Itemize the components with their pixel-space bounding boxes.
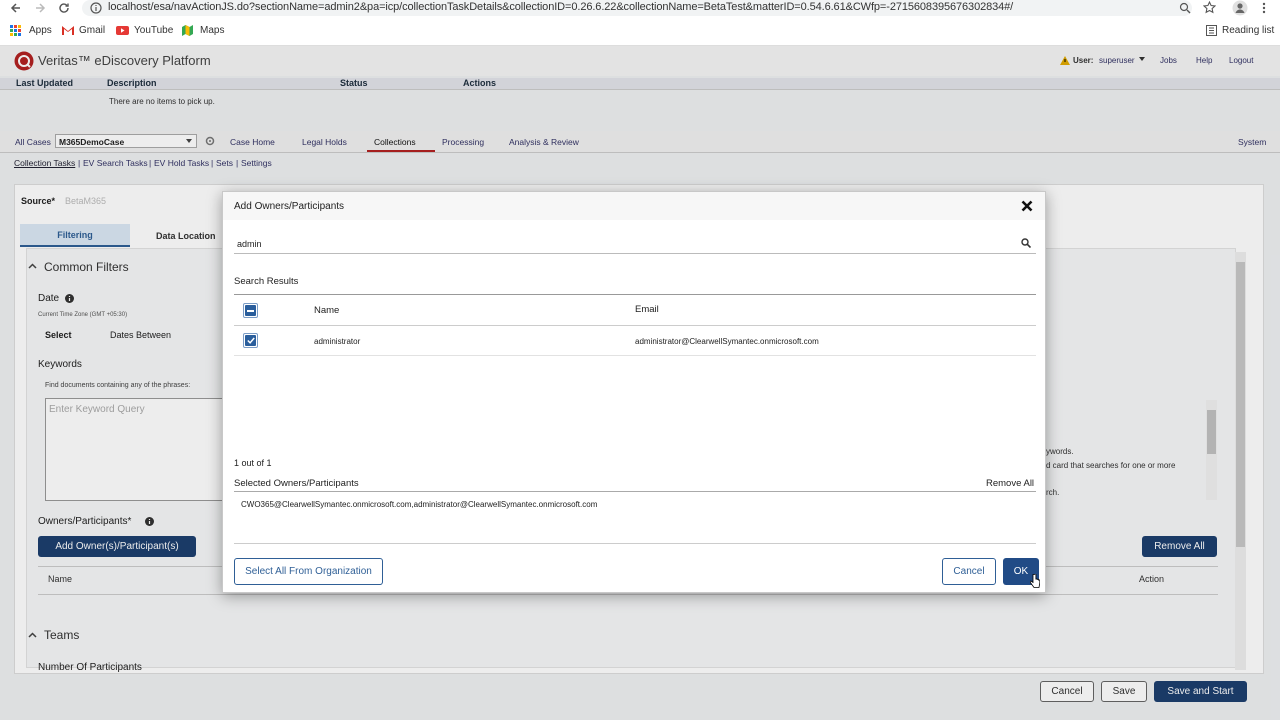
menu-icon[interactable] <box>1262 2 1266 14</box>
maps-icon <box>182 25 193 36</box>
select-all-org-button[interactable]: Select All From Organization <box>234 558 383 585</box>
checkbox-checked <box>245 335 256 346</box>
search-value: admin <box>237 239 262 249</box>
bookmark-gmail[interactable]: Gmail <box>79 25 105 36</box>
search-icon[interactable] <box>1021 238 1031 248</box>
reading-list[interactable]: Reading list <box>1222 25 1274 36</box>
youtube-icon <box>116 26 129 35</box>
bookmark-youtube[interactable]: YouTube <box>134 25 173 36</box>
info-icon[interactable] <box>90 2 102 14</box>
results-col-name: Name <box>314 305 340 316</box>
forward-icon[interactable] <box>34 2 46 14</box>
owner-search-input[interactable]: admin <box>234 232 1036 254</box>
bookmark-maps[interactable]: Maps <box>200 25 224 36</box>
cursor-icon <box>1030 574 1040 588</box>
close-icon[interactable] <box>1021 200 1033 212</box>
results-col-email: Email <box>635 304 659 315</box>
selected-owners-field[interactable]: CWO365@ClearwellSymantec.onmicrosoft.com… <box>234 492 1036 544</box>
select-all-checkbox[interactable] <box>243 303 258 318</box>
selected-owners-label: Selected Owners/Participants <box>234 478 359 489</box>
row-email: administrator@ClearwellSymantec.onmicros… <box>635 337 819 346</box>
url-text: localhost/esa/navActionJS.do?sectionName… <box>108 1 1014 13</box>
back-icon[interactable] <box>10 2 22 14</box>
results-top-rule <box>234 294 1036 295</box>
selected-owners-value: CWO365@ClearwellSymantec.onmicrosoft.com… <box>241 500 598 509</box>
reload-icon[interactable] <box>58 2 70 14</box>
result-count: 1 out of 1 <box>234 458 272 468</box>
cancel-button[interactable]: Cancel <box>942 558 996 585</box>
dialog-header <box>223 192 1045 220</box>
gmail-icon <box>62 26 74 35</box>
bookmark-apps[interactable]: Apps <box>29 25 52 36</box>
row-checkbox[interactable] <box>243 333 258 348</box>
dialog-title: Add Owners/Participants <box>234 201 345 212</box>
reading-list-icon[interactable] <box>1206 25 1217 36</box>
profile-icon[interactable] <box>1232 0 1248 16</box>
apps-icon[interactable] <box>10 25 21 36</box>
row-name: administrator <box>314 337 361 346</box>
search-results-label: Search Results <box>234 276 299 287</box>
add-owners-dialog: Add Owners/Participants admin Search Res… <box>222 191 1046 593</box>
remove-all-link[interactable]: Remove All <box>986 478 1034 489</box>
zoom-icon[interactable] <box>1179 2 1191 14</box>
star-icon[interactable] <box>1203 1 1216 14</box>
checkbox-indeterminate <box>245 305 256 316</box>
